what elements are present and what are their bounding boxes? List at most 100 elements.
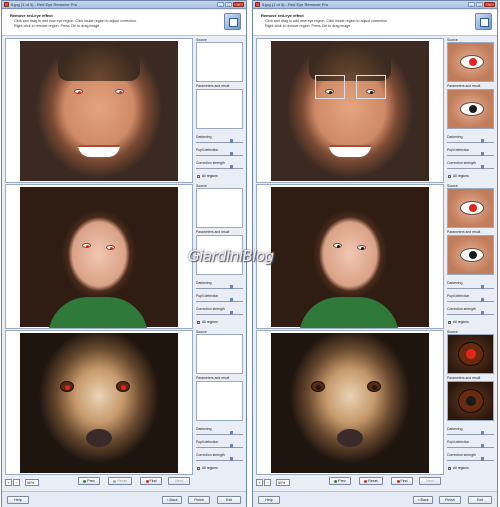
exit-button[interactable]: Exit [217, 496, 241, 504]
strength-slider[interactable] [196, 311, 243, 315]
minimize-icon[interactable]: – [468, 2, 475, 7]
params-label: Parameters and result [447, 230, 481, 234]
all-regions-checkbox[interactable] [448, 175, 451, 178]
help-button[interactable]: Help [7, 496, 29, 504]
zoom-in-icon[interactable]: + [256, 479, 263, 486]
pupil-slider[interactable] [447, 152, 494, 156]
pupil-slider[interactable] [447, 444, 494, 448]
prev-button[interactable]: Prev [329, 477, 351, 485]
image-panel-woman[interactable] [256, 184, 444, 329]
strength-slider[interactable] [196, 457, 243, 461]
dog-photo[interactable] [271, 333, 429, 473]
next-button[interactable]: Next [419, 477, 441, 485]
strength-slider[interactable] [447, 457, 494, 461]
zoom-field[interactable]: 50% [276, 479, 290, 486]
window-title: 5.jpg (1 of 3) - Red Eye Remover Pro [262, 2, 329, 7]
corrected-eye-right[interactable] [367, 381, 381, 392]
maximize-icon[interactable]: □ [225, 2, 232, 7]
eye-region-right[interactable] [356, 75, 386, 99]
exit-button[interactable]: Exit [468, 496, 492, 504]
arrow-left-icon [83, 479, 87, 483]
corrected-eye-right[interactable] [357, 245, 366, 250]
zoom-field[interactable]: 50% [25, 479, 39, 486]
red-eye-left[interactable] [60, 381, 74, 392]
strength-label: Correction strength [196, 453, 225, 457]
side-panel: Source Parameters and result Darkening P… [445, 330, 496, 475]
minimize-icon[interactable]: – [217, 2, 224, 7]
back-button[interactable]: < Back [162, 496, 182, 504]
all-regions-checkbox[interactable] [197, 467, 200, 470]
close-icon[interactable]: × [233, 2, 244, 7]
finish-button[interactable]: Finish [439, 496, 461, 504]
corrected-eye-left[interactable] [333, 243, 342, 248]
pupil-label: Pupil detection [447, 440, 470, 444]
find-button[interactable]: Find [140, 477, 162, 485]
zoom-out-icon[interactable]: − [13, 479, 20, 486]
left-titlebar[interactable]: 5.jpg (1 of 3) - Red Eye Remover Pro – □… [2, 1, 246, 9]
image-panel-dog[interactable] [5, 330, 193, 475]
params-label: Parameters and result [196, 230, 230, 234]
source-preview [196, 188, 243, 228]
darkening-slider[interactable] [196, 285, 243, 289]
red-eye-right[interactable] [106, 245, 115, 250]
strength-slider[interactable] [196, 165, 243, 169]
eye-region-left[interactable] [315, 75, 345, 99]
pupil-slider[interactable] [196, 298, 243, 302]
pupil-label: Pupil detection [447, 148, 470, 152]
pupil-slider[interactable] [447, 298, 494, 302]
zoom-out-icon[interactable]: − [264, 479, 271, 486]
bottom-toolbar: + − 50% Prev Reset Find Next [253, 477, 497, 489]
right-titlebar[interactable]: 5.jpg (1 of 3) - Red Eye Remover Pro – □… [253, 1, 497, 9]
result-preview [447, 235, 494, 275]
strength-slider[interactable] [447, 311, 494, 315]
darkening-slider[interactable] [196, 431, 243, 435]
reset-button[interactable]: Reset [359, 477, 383, 485]
all-regions-checkbox[interactable] [197, 321, 200, 324]
corrected-eye-left[interactable] [311, 381, 325, 392]
red-eye-left[interactable] [82, 243, 91, 248]
man-photo[interactable] [20, 41, 178, 181]
darkening-slider[interactable] [447, 431, 494, 435]
header-instruction-2: Right-click to remove region. Press Ctrl… [14, 24, 101, 28]
all-regions-checkbox[interactable] [448, 467, 451, 470]
image-panel-man[interactable] [256, 38, 444, 183]
back-button[interactable]: < Back [413, 496, 433, 504]
maximize-icon[interactable]: □ [476, 2, 483, 7]
image-panel-dog[interactable] [256, 330, 444, 475]
source-preview [196, 334, 243, 374]
reset-button[interactable]: Reset [108, 477, 132, 485]
image-panel-man[interactable] [5, 38, 193, 183]
all-regions-label: All regions [202, 174, 218, 178]
close-icon[interactable]: × [484, 2, 495, 7]
darkening-slider[interactable] [447, 139, 494, 143]
woman-photo[interactable] [271, 187, 429, 328]
woman-photo[interactable] [20, 187, 178, 328]
strength-slider[interactable] [447, 165, 494, 169]
result-preview [196, 381, 243, 421]
header-instruction-2: Right-click to remove region. Press Ctrl… [265, 24, 352, 28]
reset-icon [364, 479, 368, 483]
darkening-slider[interactable] [447, 285, 494, 289]
darkening-slider[interactable] [196, 139, 243, 143]
next-button[interactable]: Next [168, 477, 190, 485]
all-regions-checkbox[interactable] [448, 321, 451, 324]
help-button[interactable]: Help [258, 496, 280, 504]
image-panel-woman[interactable] [5, 184, 193, 329]
red-eye-right[interactable] [115, 89, 124, 94]
zoom-in-icon[interactable]: + [5, 479, 12, 486]
red-eye-app-icon [255, 2, 260, 7]
strength-label: Correction strength [447, 307, 476, 311]
side-panel: Source Parameters and result Darkening P… [194, 330, 245, 475]
red-eye-left[interactable] [74, 89, 83, 94]
pupil-slider[interactable] [196, 152, 243, 156]
pupil-label: Pupil detection [196, 294, 219, 298]
find-button[interactable]: Find [391, 477, 413, 485]
dog-photo[interactable] [20, 333, 178, 473]
pupil-slider[interactable] [196, 444, 243, 448]
finish-button[interactable]: Finish [188, 496, 210, 504]
strength-label: Correction strength [447, 161, 476, 165]
red-eye-right[interactable] [116, 381, 130, 392]
all-regions-checkbox[interactable] [197, 175, 200, 178]
prev-button[interactable]: Prev [78, 477, 100, 485]
man-photo[interactable] [271, 41, 429, 181]
